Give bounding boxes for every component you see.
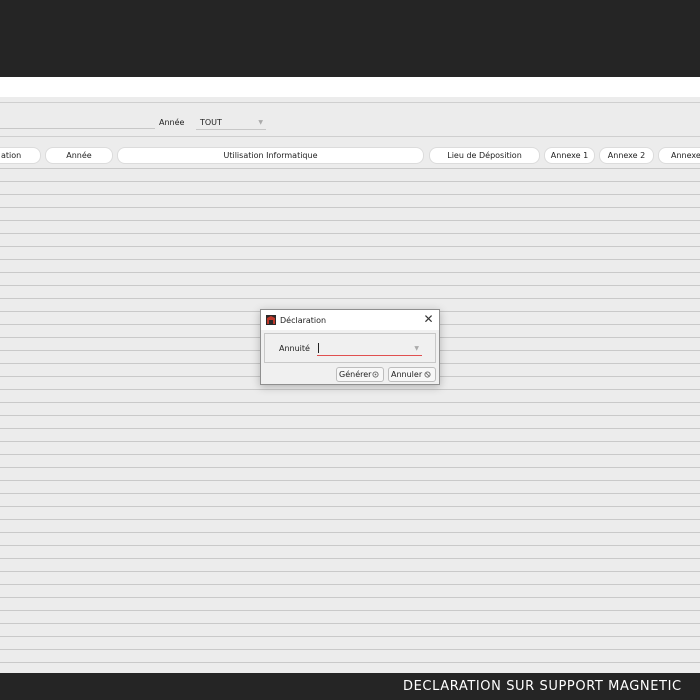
table-row xyxy=(0,181,700,182)
table-row xyxy=(0,402,700,403)
column-header-declaration[interactable]: ation xyxy=(0,147,41,164)
dialog-form-panel: Annuité ▼ xyxy=(264,333,436,363)
top-bar xyxy=(0,0,700,77)
table-row xyxy=(0,207,700,208)
table-row xyxy=(0,623,700,624)
table-row xyxy=(0,272,700,273)
table-row xyxy=(0,428,700,429)
table-row xyxy=(0,558,700,559)
chevron-down-icon: ▼ xyxy=(258,119,263,126)
dialog-title: Déclaration xyxy=(280,316,327,325)
table-row xyxy=(0,220,700,221)
annee-filter-value: TOUT xyxy=(200,118,222,127)
column-header-annexe-2[interactable]: Annexe 2 xyxy=(599,147,654,164)
table-row xyxy=(0,246,700,247)
table-row xyxy=(0,532,700,533)
table-row xyxy=(0,415,700,416)
declaration-dialog: Déclaration ✕ Annuité ▼ Générer Annuler xyxy=(260,309,440,385)
column-header-annexe-3[interactable]: Annexe xyxy=(658,147,700,164)
text-caret xyxy=(318,343,319,353)
cancel-button-label: Annuler xyxy=(391,370,423,379)
footer-bar: DECLARATION SUR SUPPORT MAGNETIC xyxy=(0,673,700,700)
table-row xyxy=(0,662,700,663)
table-row xyxy=(0,480,700,481)
table-row xyxy=(0,610,700,611)
column-header-lieu-de-deposition[interactable]: Lieu de Déposition xyxy=(429,147,540,164)
table-row xyxy=(0,493,700,494)
column-header-annexe-1[interactable]: Annexe 1 xyxy=(544,147,595,164)
annee-filter-label: Année xyxy=(159,118,185,127)
table-row xyxy=(0,298,700,299)
generate-button-label: Générer xyxy=(339,370,372,379)
chevron-down-icon: ▼ xyxy=(414,345,419,352)
table-row xyxy=(0,454,700,455)
divider xyxy=(0,136,700,137)
table-row xyxy=(0,649,700,650)
divider xyxy=(0,102,700,103)
column-header-annee[interactable]: Année xyxy=(45,147,113,164)
gear-icon xyxy=(372,371,379,378)
generate-button[interactable]: Générer xyxy=(336,367,384,382)
table-row xyxy=(0,545,700,546)
footer-title: DECLARATION SUR SUPPORT MAGNETIC xyxy=(403,679,682,694)
annuite-select[interactable]: ▼ xyxy=(317,342,422,356)
column-header-utilisation-informatique[interactable]: Utilisation Informatique xyxy=(117,147,424,164)
table-row xyxy=(0,584,700,585)
table-row xyxy=(0,441,700,442)
table-row xyxy=(0,636,700,637)
table-row xyxy=(0,571,700,572)
annee-filter-select[interactable]: TOUT ▼ xyxy=(196,116,266,130)
table-row xyxy=(0,259,700,260)
table-row xyxy=(0,389,700,390)
cancel-icon xyxy=(424,371,431,378)
table-body xyxy=(0,168,700,672)
dialog-titlebar[interactable]: Déclaration ✕ xyxy=(261,310,439,330)
table-row xyxy=(0,194,700,195)
app-logo-icon xyxy=(266,315,276,325)
table-row xyxy=(0,467,700,468)
table-row xyxy=(0,597,700,598)
filter-input[interactable] xyxy=(0,116,155,129)
toolbar-strip xyxy=(0,77,700,97)
table-row xyxy=(0,506,700,507)
close-icon[interactable]: ✕ xyxy=(422,313,435,326)
cancel-button[interactable]: Annuler xyxy=(388,367,436,382)
table-row xyxy=(0,168,700,169)
table-row xyxy=(0,233,700,234)
table-row xyxy=(0,285,700,286)
annuite-label: Annuité xyxy=(279,344,310,353)
table-row xyxy=(0,519,700,520)
